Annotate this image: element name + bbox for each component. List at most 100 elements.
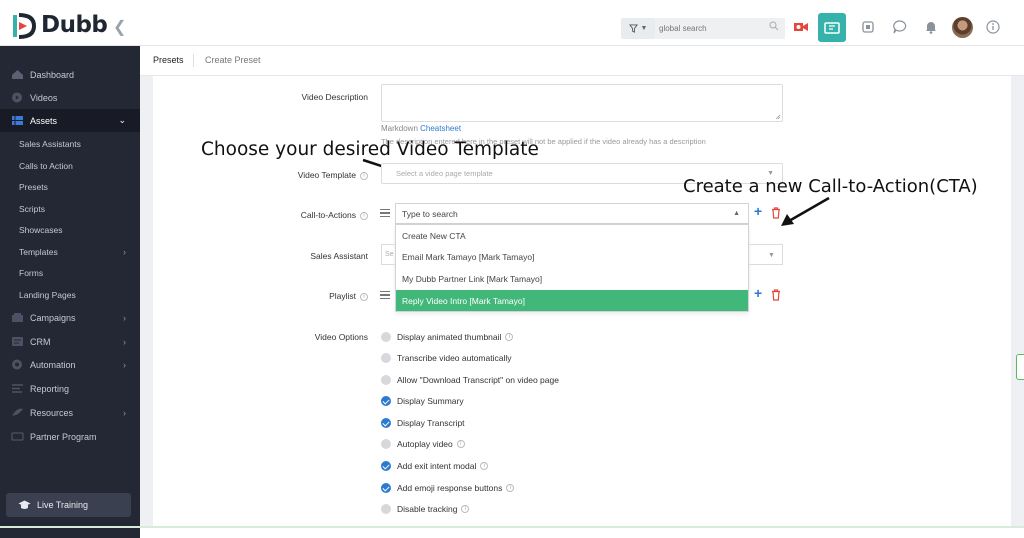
dubb-logo[interactable]: Dubb <box>12 12 108 39</box>
chevron-down-icon: ▼ <box>640 25 648 32</box>
sidebar-item-landing-pages[interactable]: Landing Pages <box>0 285 140 305</box>
bell-icon[interactable] <box>923 19 939 35</box>
info-icon[interactable] <box>985 19 1001 35</box>
sidebar-item-label: Sales Assistants <box>19 139 81 149</box>
video-description-label: Video Description <box>301 92 368 102</box>
resources-icon <box>12 408 23 416</box>
playlist-label: Playlist i <box>218 291 368 301</box>
live-training-label: Live Training <box>37 500 89 510</box>
video-option-row[interactable]: Add emoji response buttons i <box>381 481 515 495</box>
sidebar-item-label: Partner Program <box>30 431 97 442</box>
sidebar-item-automation[interactable]: Automation › <box>0 353 140 376</box>
chevron-down-icon[interactable]: ▼ <box>749 244 783 265</box>
user-avatar[interactable] <box>952 17 973 38</box>
checkbox[interactable] <box>381 439 391 449</box>
select-placeholder: Select a video page template <box>396 169 493 178</box>
apps-icon[interactable] <box>860 19 876 35</box>
sidebar-item-videos[interactable]: Videos <box>0 86 140 109</box>
sidebar-item-presets[interactable]: Presets <box>0 177 140 197</box>
sidebar-item-crm[interactable]: CRM › <box>0 330 140 353</box>
chat-icon[interactable] <box>892 19 908 35</box>
sidebar-item-calls-to-action[interactable]: Calls to Action <box>0 156 140 176</box>
resize-handle-icon[interactable] <box>775 114 781 120</box>
video-option-row[interactable]: Transcribe video automatically <box>381 351 511 365</box>
cta-option-selected[interactable]: Reply Video Intro [Mark Tamayo] <box>396 290 748 311</box>
sales-assistant-select[interactable]: Se <box>381 244 395 265</box>
video-option-row[interactable]: Allow "Download Transcript" on video pag… <box>381 373 559 387</box>
checkbox[interactable] <box>381 396 391 406</box>
video-option-row[interactable]: Disable tracking i <box>381 502 470 516</box>
chevron-right-icon: › <box>123 312 126 323</box>
checkbox[interactable] <box>381 353 391 363</box>
sidebar-item-scripts[interactable]: Scripts <box>0 199 140 219</box>
video-option-row[interactable]: Display animated thumbnail i <box>381 330 514 344</box>
sidebar-item-label: Showcases <box>19 225 63 235</box>
sidebar-item-campaigns[interactable]: Campaigns › <box>0 306 140 329</box>
sidebar-item-templates[interactable]: Templates › <box>0 242 140 262</box>
add-cta-icon[interactable]: + <box>754 203 762 219</box>
checkbox[interactable] <box>381 483 391 493</box>
sidebar-item-label: Scripts <box>19 204 45 214</box>
search-icon[interactable] <box>769 21 779 31</box>
live-training-button[interactable]: Live Training <box>6 493 131 517</box>
video-option-label: Display animated thumbnail <box>397 332 502 342</box>
video-option-row[interactable]: Display Transcript <box>381 416 465 430</box>
side-widget-tab[interactable] <box>1016 354 1024 380</box>
drag-handle-icon[interactable] <box>380 289 390 301</box>
cta-option[interactable]: Email Mark Tamayo [Mark Tamayo] <box>396 246 748 267</box>
play-circle-icon <box>12 92 22 103</box>
partner-icon <box>11 432 24 441</box>
checkbox[interactable] <box>381 332 391 342</box>
cta-option[interactable]: My Dubb Partner Link [Mark Tamayo] <box>396 268 748 289</box>
video-option-row[interactable]: Autoplay video i <box>381 437 465 451</box>
screen-record-button[interactable] <box>818 13 846 42</box>
info-icon: i <box>480 462 489 470</box>
sidebar-item-showcases[interactable]: Showcases <box>0 220 140 240</box>
checkbox[interactable] <box>381 504 391 514</box>
dubb-logo-icon <box>12 13 37 39</box>
video-option-label: Transcribe video automatically <box>397 353 512 363</box>
chevron-up-icon: ▲ <box>733 210 740 217</box>
sidebar-item-reporting[interactable]: Reporting <box>0 377 140 400</box>
sidebar-item-label: Campaigns <box>30 312 76 323</box>
tab-presets[interactable]: Presets <box>153 55 184 65</box>
sidebar-item-partner-program[interactable]: Partner Program <box>0 425 140 448</box>
sidebar-item-label: Presets <box>19 182 48 192</box>
video-description-textarea[interactable] <box>381 84 783 122</box>
sidebar-item-sales-assistants[interactable]: Sales Assistants <box>0 134 140 154</box>
checkbox[interactable] <box>381 375 391 385</box>
sales-assistant-label: Sales Assistant <box>310 251 368 261</box>
record-video-icon[interactable] <box>793 19 809 35</box>
checkbox[interactable] <box>381 461 391 471</box>
sidebar-item-label: Assets <box>30 115 58 126</box>
tab-bar: Presets Create Preset <box>140 46 1024 76</box>
sidebar-item-label: Reporting <box>30 383 70 394</box>
checkbox[interactable] <box>381 418 391 428</box>
markdown-helper: Markdown Cheatsheet <box>381 124 462 133</box>
sidebar-item-label: Forms <box>19 268 44 278</box>
graduation-cap-icon <box>18 500 31 509</box>
delete-playlist-icon[interactable] <box>771 289 781 301</box>
drag-handle-icon[interactable] <box>380 207 390 219</box>
delete-cta-icon[interactable] <box>771 207 781 219</box>
cta-option-create-new[interactable]: Create New CTA <box>396 225 748 246</box>
add-playlist-icon[interactable]: + <box>754 285 762 301</box>
sidebar-item-label: Templates <box>19 247 58 257</box>
arrow-icon <box>781 196 830 226</box>
video-option-row[interactable]: Add exit intent modal i <box>381 459 489 473</box>
sidebar-item-dashboard[interactable]: Dashboard <box>0 63 140 86</box>
sidebar-item-assets[interactable]: Assets ⌄ <box>0 109 140 132</box>
global-search-input[interactable] <box>655 18 785 39</box>
tab-create-preset[interactable]: Create Preset <box>205 55 261 65</box>
cta-search-input[interactable]: Type to search ▲ <box>395 203 749 224</box>
sidebar-item-forms[interactable]: Forms <box>0 263 140 283</box>
cheatsheet-link[interactable]: Cheatsheet <box>420 124 461 133</box>
video-option-row[interactable]: Display Summary <box>381 394 464 408</box>
sidebar: Dashboard Videos Assets ⌄ Sales Assistan… <box>0 46 140 538</box>
video-option-label: Display Summary <box>397 396 464 406</box>
sidebar-item-resources[interactable]: Resources › <box>0 401 140 424</box>
chevron-right-icon: › <box>123 359 126 370</box>
bottom-divider <box>0 526 1024 528</box>
collapse-sidebar-icon[interactable]: ❮ <box>113 17 126 37</box>
search-filter-dropdown[interactable]: ▼ <box>621 18 655 39</box>
